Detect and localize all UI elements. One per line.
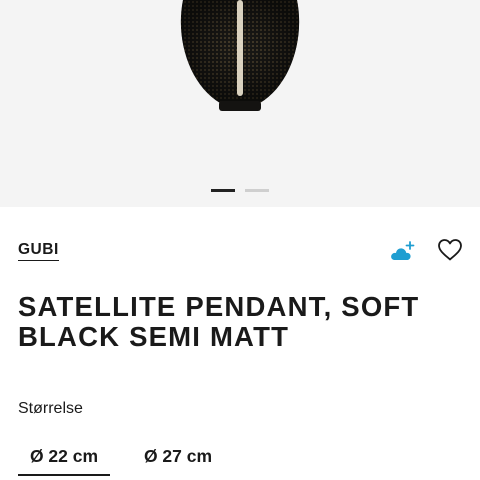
gallery-dot[interactable] — [245, 189, 269, 192]
product-image-gallery[interactable] — [0, 0, 480, 207]
size-option-22[interactable]: Ø 22 cm — [18, 438, 110, 476]
heart-icon[interactable] — [437, 238, 463, 262]
cloud-plus-icon[interactable] — [390, 240, 416, 262]
size-selector: Ø 22 cm Ø 27 cm — [18, 438, 462, 480]
product-image — [180, 0, 300, 111]
brand-link[interactable]: GUBI — [18, 242, 59, 261]
gallery-dot-active[interactable] — [211, 189, 235, 192]
gallery-pagination — [0, 189, 480, 193]
brand-row: GUBI — [18, 236, 462, 266]
product-title: SATELLITE PENDANT, SOFT BLACK SEMI MATT — [18, 291, 420, 352]
size-label: Størrelse — [18, 400, 83, 417]
size-option-27[interactable]: Ø 27 cm — [130, 438, 226, 476]
